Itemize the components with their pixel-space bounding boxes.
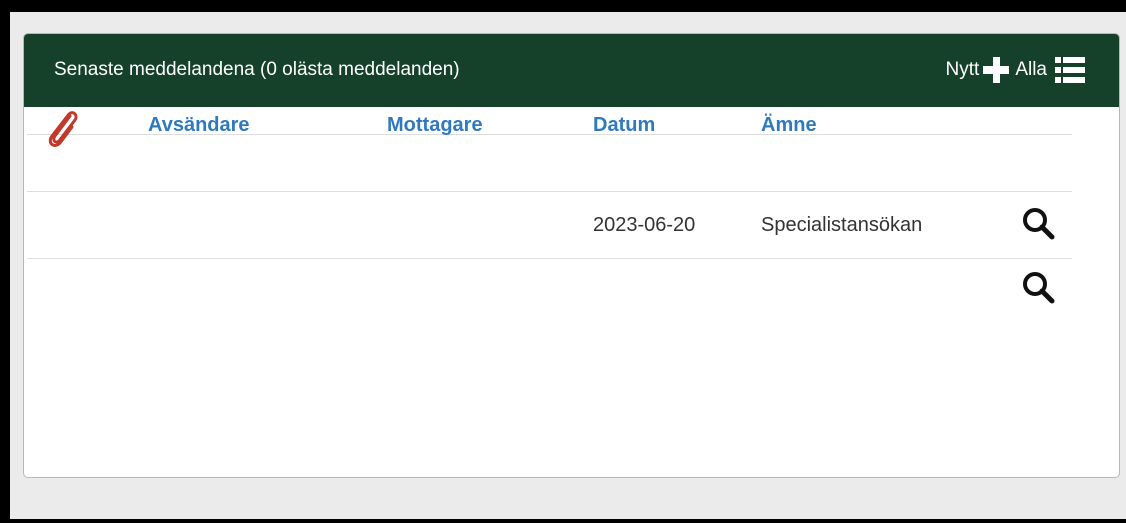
column-header-sender[interactable]: Avsändare [148,114,250,137]
paperclip-icon [48,111,78,147]
window-border-left [0,0,10,523]
list-icon [1055,57,1085,83]
search-icon[interactable] [1021,270,1055,304]
window-border-bottom [0,519,1126,523]
search-icon[interactable] [1021,206,1055,240]
messages-panel: Senaste meddelandena (0 olästa meddeland… [23,33,1120,478]
column-header-recipient[interactable]: Mottagare [387,114,483,137]
panel-header: Senaste meddelandena (0 olästa meddeland… [24,34,1119,107]
header-row-border [27,191,1072,192]
row-border [27,258,1072,259]
plus-icon [983,57,1010,83]
header-actions: Nytt Alla [946,56,1085,84]
panel-title: Senaste meddelandena (0 olästa meddeland… [54,59,460,80]
column-header-subject[interactable]: Ämne [761,114,817,137]
cell-subject: Specialistansökan [761,214,923,236]
all-messages-link[interactable]: Alla [1015,57,1085,83]
cell-date: 2023-06-20 [593,214,696,236]
all-messages-label: Alla [1015,59,1047,80]
new-message-link[interactable]: Nytt [946,57,1016,83]
window-border-top [0,0,1126,12]
new-message-label: Nytt [945,59,980,80]
column-header-date[interactable]: Datum [593,114,655,137]
